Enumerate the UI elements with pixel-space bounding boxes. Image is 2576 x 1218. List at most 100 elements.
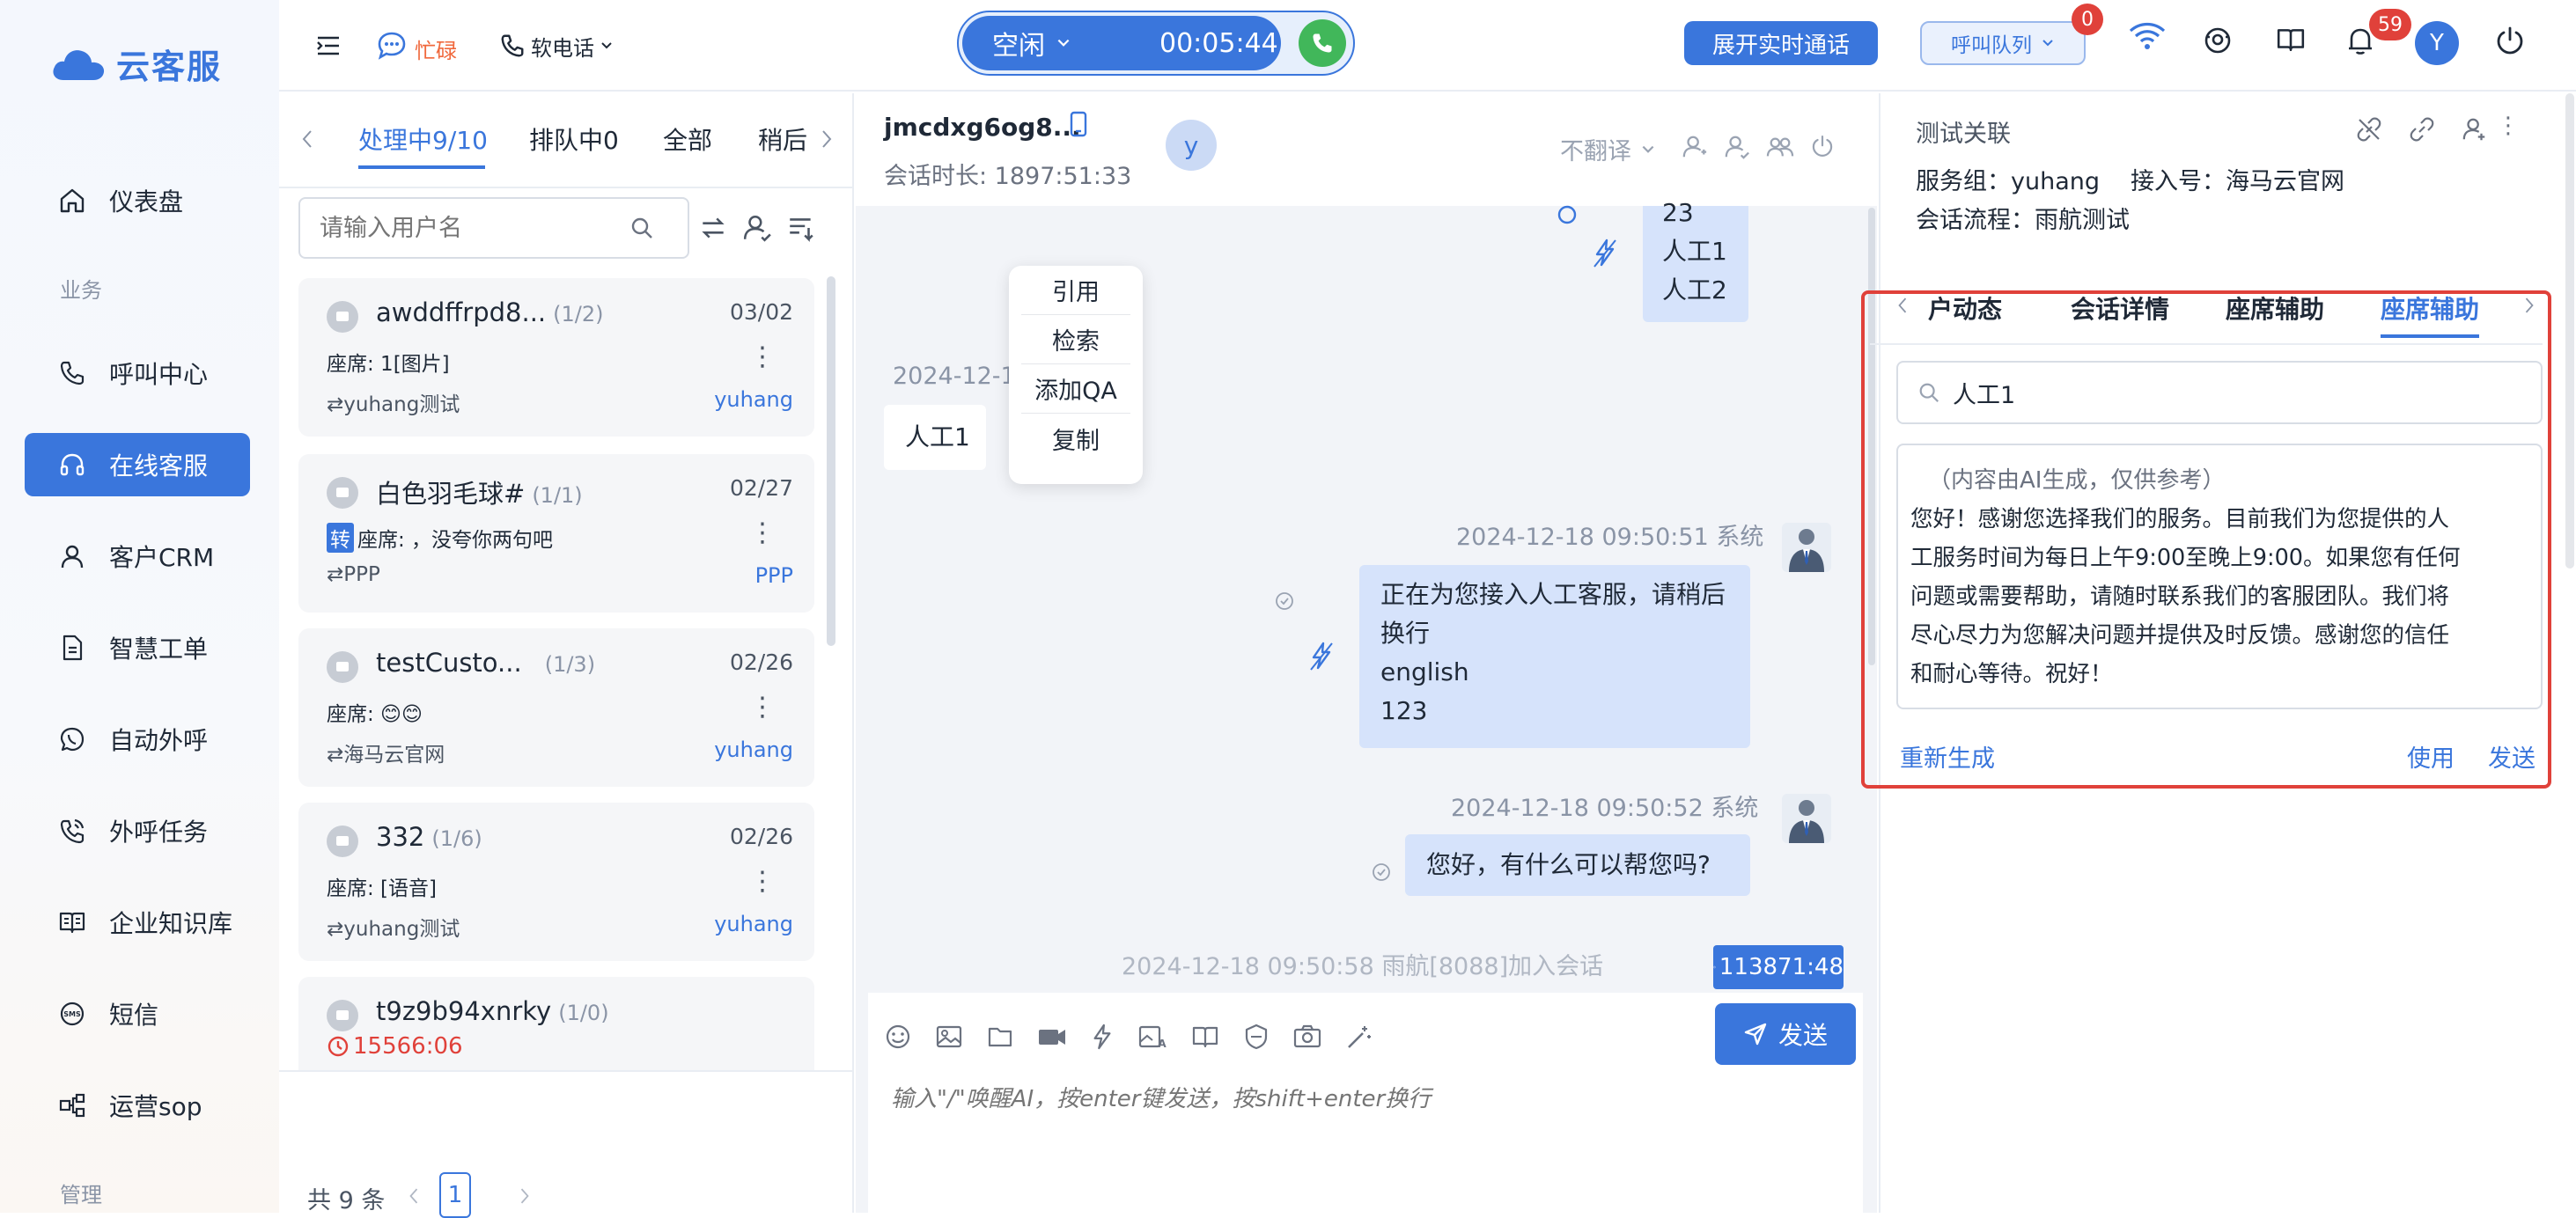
- quick-reply-icon[interactable]: [1592, 238, 1618, 268]
- panel-scrollbar[interactable]: [2565, 93, 2574, 569]
- agent-message-bubble[interactable]: 正在为您接入人工客服，请稍后 换行 english 123: [1359, 565, 1750, 748]
- more-icon[interactable]: ⋮: [749, 692, 776, 723]
- call-queue-dropdown[interactable]: 呼叫队列: [1920, 21, 2086, 65]
- send-answer-button[interactable]: 发送: [2488, 739, 2536, 774]
- tab-agent-assist-active[interactable]: 座席辅助: [2381, 290, 2479, 326]
- user-search-input[interactable]: [320, 214, 619, 242]
- conversation-item[interactable]: t9z9b94xnrky (1/0) 15566:06: [298, 977, 814, 1070]
- quick-reply-icon[interactable]: [1090, 1023, 1115, 1051]
- tab-agent-assist[interactable]: 座席辅助: [2226, 290, 2324, 326]
- more-icon[interactable]: ⋮: [749, 866, 776, 897]
- emoji-icon[interactable]: [884, 1023, 912, 1051]
- menu-item-quote[interactable]: 引用: [1021, 266, 1130, 315]
- image-text-icon[interactable]: A: [1137, 1023, 1167, 1051]
- tab-customer-activity[interactable]: 户动态: [1928, 290, 2002, 326]
- conversation-item[interactable]: 白色羽毛球# (1/1) 02/27 转座席: ，没夸你两句吧 ⋮ ⇄PPP PP…: [298, 454, 814, 613]
- nav-sop[interactable]: 运营sop: [25, 1074, 250, 1137]
- tab-queueing[interactable]: 排队中0: [529, 121, 619, 157]
- expand-call-button[interactable]: 展开实时通话: [1684, 21, 1878, 65]
- nav-knowledge-base[interactable]: 企业知识库: [25, 891, 250, 954]
- send-button[interactable]: 发送: [1715, 1003, 1856, 1065]
- use-button[interactable]: 使用: [2407, 739, 2455, 774]
- nav-auto-call[interactable]: 自动外呼: [25, 708, 250, 771]
- folder-icon[interactable]: [986, 1023, 1014, 1051]
- transfer-user-icon[interactable]: [1682, 134, 1708, 160]
- nav-outbound-task[interactable]: 外呼任务: [25, 799, 250, 862]
- tab-later[interactable]: 稍后: [758, 121, 807, 157]
- agent-message-bubble[interactable]: 23 人工1 人工2: [1643, 198, 1748, 322]
- network-status[interactable]: [2128, 21, 2167, 51]
- access-number: 接入号：海马云官网: [2131, 168, 2344, 195]
- magic-wand-icon[interactable]: [1345, 1023, 1373, 1051]
- status-dropdown[interactable]: 空闲 00:05:44: [962, 16, 1281, 70]
- link-icon[interactable]: [2409, 116, 2435, 143]
- menu-item-copy[interactable]: 复制: [1021, 414, 1130, 463]
- menu-item-search[interactable]: 检索: [1021, 315, 1130, 364]
- more-icon[interactable]: ⋮: [749, 341, 776, 372]
- nav-sms[interactable]: SMS 短信: [25, 982, 250, 1046]
- user-filter-icon[interactable]: [742, 213, 772, 243]
- tab-all[interactable]: 全部: [663, 121, 712, 157]
- chevron-right-icon[interactable]: [2523, 296, 2536, 315]
- user-avatar[interactable]: Y: [2415, 21, 2459, 65]
- video-icon[interactable]: [1037, 1023, 1067, 1051]
- message-input[interactable]: [891, 1081, 1842, 1195]
- chevron-right-icon[interactable]: [519, 1186, 531, 1206]
- chat-header: jmcdxg6og8... 会话时长: 1897:51:33 y 不翻译: [856, 93, 1877, 206]
- menu-item-add-qa[interactable]: 添加QA: [1021, 364, 1130, 414]
- busy-toggle[interactable]: 忙碌: [376, 0, 457, 92]
- list-scrollbar[interactable]: [827, 276, 835, 646]
- quick-reply-icon[interactable]: [1308, 641, 1335, 671]
- book-icon: [59, 912, 85, 934]
- nav-work-order[interactable]: 智慧工单: [25, 616, 250, 679]
- collapse-menu-button[interactable]: [314, 0, 342, 92]
- chevron-right-icon[interactable]: [820, 128, 834, 150]
- image-icon[interactable]: [935, 1023, 963, 1051]
- book-icon[interactable]: [1190, 1023, 1220, 1051]
- logout-button[interactable]: [2494, 25, 2526, 56]
- nav-crm[interactable]: 客户CRM: [25, 525, 250, 588]
- user-settings-icon[interactable]: [2462, 116, 2488, 143]
- queue-badge: 0: [2072, 4, 2103, 35]
- conversation-item[interactable]: 332 (1/6) 02/26 座席: [语音] ⋮ ⇄yuhang测试 yuha…: [298, 803, 814, 961]
- shield-icon[interactable]: [1243, 1023, 1270, 1051]
- agent-monitor-button[interactable]: [2202, 25, 2234, 56]
- avatar: [327, 301, 358, 333]
- chevron-left-icon[interactable]: [408, 1186, 420, 1206]
- user-message-bubble[interactable]: 人工1: [884, 405, 986, 470]
- flow-icon: [59, 1093, 85, 1118]
- sort-icon[interactable]: [786, 213, 816, 243]
- nav-online-service[interactable]: 在线客服: [25, 433, 250, 496]
- ai-answer-box[interactable]: （内容由AI生成，仅供参考） 您好！感谢您选择我们的服务。目前我们为您提供的人 …: [1896, 444, 2543, 709]
- assist-search-input[interactable]: [1953, 378, 2516, 407]
- docs-button[interactable]: [2274, 25, 2307, 55]
- conversation-item[interactable]: awddffrpd8... (1/2) 03/02 座席: 1[图片] ⋮ ⇄yu…: [298, 278, 814, 437]
- call-button[interactable]: [1299, 19, 1346, 67]
- chevron-left-icon[interactable]: [1896, 296, 1909, 315]
- nav-dashboard[interactable]: 仪表盘: [25, 169, 250, 232]
- assist-search-box[interactable]: [1896, 361, 2543, 424]
- softphone-dropdown[interactable]: 软电话: [499, 0, 614, 92]
- nav-call-center[interactable]: 呼叫中心: [25, 341, 250, 405]
- nav-label: 智慧工单: [109, 635, 209, 664]
- end-session-icon[interactable]: [1810, 134, 1835, 158]
- invite-user-icon[interactable]: [1724, 134, 1750, 160]
- search-icon: [1919, 383, 1939, 403]
- tab-processing[interactable]: 处理中9/10: [358, 121, 488, 157]
- refresh-icon[interactable]: [698, 213, 728, 243]
- tab-session-details[interactable]: 会话详情: [2071, 290, 2169, 326]
- regenerate-button[interactable]: 重新生成: [1900, 739, 1995, 774]
- translate-dropdown[interactable]: 不翻译: [1560, 132, 1656, 166]
- transfer-icon: ⇄: [327, 918, 344, 941]
- page-button[interactable]: 1: [439, 1172, 471, 1218]
- agent-message-bubble[interactable]: 您好，有什么可以帮您吗?: [1405, 834, 1750, 896]
- more-icon[interactable]: ⋮: [749, 517, 776, 548]
- chevron-left-icon[interactable]: [300, 128, 314, 150]
- more-icon[interactable]: ⋮: [2497, 113, 2520, 139]
- send-label: 发送: [1777, 1021, 1828, 1050]
- user-search-box[interactable]: [298, 197, 689, 259]
- group-icon[interactable]: [1766, 134, 1794, 160]
- screenshot-icon[interactable]: [1292, 1023, 1322, 1051]
- unlink-icon[interactable]: [2356, 116, 2382, 143]
- conversation-item[interactable]: testCusto... (1/3) 02/26 座席: 😊😊 ⋮ ⇄海马云官网 …: [298, 628, 814, 787]
